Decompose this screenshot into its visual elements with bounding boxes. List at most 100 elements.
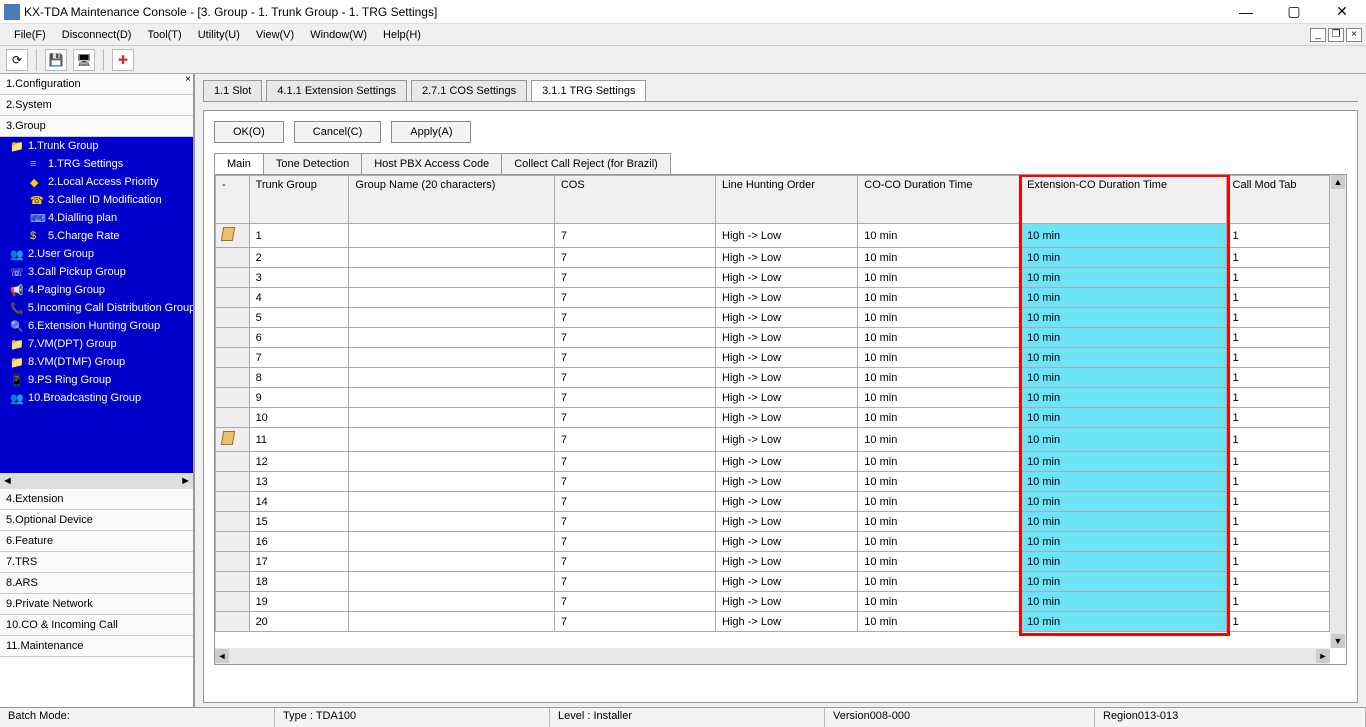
cell-coco[interactable]: 10 min: [858, 268, 1021, 288]
cell-trunk-group[interactable]: 14: [249, 492, 349, 512]
cell-hunting[interactable]: High -> Low: [716, 428, 858, 452]
cell-hunting[interactable]: High -> Low: [716, 248, 858, 268]
cell-cos[interactable]: 7: [554, 328, 715, 348]
cell-group-name[interactable]: [349, 368, 554, 388]
cell-group-name[interactable]: [349, 592, 554, 612]
cell-trunk-group[interactable]: 4: [249, 288, 349, 308]
table-row[interactable]: 117High -> Low10 min10 min1: [216, 428, 1330, 452]
cell-hunting[interactable]: High -> Low: [716, 348, 858, 368]
table-row[interactable]: 147High -> Low10 min10 min1: [216, 492, 1330, 512]
cell-hunting[interactable]: High -> Low: [716, 268, 858, 288]
nav-ars[interactable]: 8.ARS: [0, 573, 193, 594]
cell-group-name[interactable]: [349, 328, 554, 348]
mdi-restore-icon[interactable]: ❐: [1328, 28, 1344, 42]
cell-cmt[interactable]: 1: [1226, 552, 1329, 572]
cell-trunk-group[interactable]: 12: [249, 452, 349, 472]
cell-coco[interactable]: 10 min: [858, 612, 1021, 632]
table-row[interactable]: 27High -> Low10 min10 min1: [216, 248, 1330, 268]
cell-cmt[interactable]: 1: [1226, 328, 1329, 348]
cell-hunting[interactable]: High -> Low: [716, 532, 858, 552]
scroll-up-icon[interactable]: ▲: [1331, 175, 1345, 189]
cell-group-name[interactable]: [349, 532, 554, 552]
cell-coco[interactable]: 10 min: [858, 572, 1021, 592]
maximize-button[interactable]: ▢: [1274, 2, 1314, 22]
cell-cos[interactable]: 7: [554, 428, 715, 452]
cell-cmt[interactable]: 1: [1226, 248, 1329, 268]
apply-button[interactable]: Apply(A): [391, 121, 471, 143]
cell-cos[interactable]: 7: [554, 408, 715, 428]
col-group-name[interactable]: Group Name (20 characters): [349, 176, 554, 224]
cell-coco[interactable]: 10 min: [858, 248, 1021, 268]
cell-trunk-group[interactable]: 7: [249, 348, 349, 368]
tree-caller-id[interactable]: ☎3.Caller ID Modification: [0, 191, 193, 209]
nav-system[interactable]: 2.System: [0, 95, 193, 116]
table-row[interactable]: 137High -> Low10 min10 min1: [216, 472, 1330, 492]
table-row[interactable]: 127High -> Low10 min10 min1: [216, 452, 1330, 472]
scroll-right-icon[interactable]: ►: [180, 475, 191, 487]
cell-trunk-group[interactable]: 16: [249, 532, 349, 552]
cell-group-name[interactable]: [349, 408, 554, 428]
cell-trunk-group[interactable]: 20: [249, 612, 349, 632]
sidebar-close-icon[interactable]: ×: [185, 74, 191, 85]
cell-cos[interactable]: 7: [554, 388, 715, 408]
col-trunk-group[interactable]: Trunk Group: [249, 176, 349, 224]
table-row[interactable]: 187High -> Low10 min10 min1: [216, 572, 1330, 592]
cell-trunk-group[interactable]: 19: [249, 592, 349, 612]
sidebar-hscroll[interactable]: ◄►: [0, 473, 193, 489]
cell-extco[interactable]: 10 min: [1021, 492, 1226, 512]
cell-group-name[interactable]: [349, 268, 554, 288]
cell-cmt[interactable]: 1: [1226, 388, 1329, 408]
cell-extco[interactable]: 10 min: [1021, 328, 1226, 348]
nav-co-incoming[interactable]: 10.CO & Incoming Call: [0, 615, 193, 636]
cell-hunting[interactable]: High -> Low: [716, 368, 858, 388]
menu-window[interactable]: Window(W): [304, 27, 373, 43]
tree-incoming-dist[interactable]: 📞5.Incoming Call Distribution Group: [0, 299, 193, 317]
cell-group-name[interactable]: [349, 348, 554, 368]
cell-extco[interactable]: 10 min: [1021, 472, 1226, 492]
scroll-down-icon[interactable]: ▼: [1331, 634, 1345, 648]
cell-coco[interactable]: 10 min: [858, 288, 1021, 308]
table-row[interactable]: 157High -> Low10 min10 min1: [216, 512, 1330, 532]
tree-paging-group[interactable]: 📢4.Paging Group: [0, 281, 193, 299]
cell-extco[interactable]: 10 min: [1021, 592, 1226, 612]
cell-group-name[interactable]: [349, 512, 554, 532]
cell-extco[interactable]: 10 min: [1021, 268, 1226, 288]
cell-group-name[interactable]: [349, 572, 554, 592]
cell-cos[interactable]: 7: [554, 532, 715, 552]
subtab-main[interactable]: Main: [214, 153, 264, 175]
cell-extco[interactable]: 10 min: [1021, 532, 1226, 552]
cell-group-name[interactable]: [349, 224, 554, 248]
mdi-close-icon[interactable]: ×: [1346, 28, 1362, 42]
cell-cmt[interactable]: 1: [1226, 288, 1329, 308]
subtab-host-pbx[interactable]: Host PBX Access Code: [361, 153, 502, 175]
cell-coco[interactable]: 10 min: [858, 592, 1021, 612]
cell-cmt[interactable]: 1: [1226, 572, 1329, 592]
cell-group-name[interactable]: [349, 288, 554, 308]
tree-vm-dtmf[interactable]: 📁8.VM(DTMF) Group: [0, 353, 193, 371]
cell-cos[interactable]: 7: [554, 368, 715, 388]
cell-cmt[interactable]: 1: [1226, 492, 1329, 512]
cell-cos[interactable]: 7: [554, 552, 715, 572]
toolbar-health-icon[interactable]: ✚: [112, 49, 134, 71]
cell-hunting[interactable]: High -> Low: [716, 224, 858, 248]
menu-tool[interactable]: Tool(T): [141, 27, 187, 43]
menu-view[interactable]: View(V): [250, 27, 300, 43]
cell-coco[interactable]: 10 min: [858, 532, 1021, 552]
table-row[interactable]: 57High -> Low10 min10 min1: [216, 308, 1330, 328]
cell-group-name[interactable]: [349, 472, 554, 492]
cell-cos[interactable]: 7: [554, 612, 715, 632]
cell-extco[interactable]: 10 min: [1021, 224, 1226, 248]
cell-trunk-group[interactable]: 3: [249, 268, 349, 288]
cell-hunting[interactable]: High -> Low: [716, 592, 858, 612]
table-row[interactable]: 17High -> Low10 min10 min1: [216, 224, 1330, 248]
cell-cmt[interactable]: 1: [1226, 472, 1329, 492]
table-row[interactable]: 67High -> Low10 min10 min1: [216, 328, 1330, 348]
cell-coco[interactable]: 10 min: [858, 348, 1021, 368]
cell-cos[interactable]: 7: [554, 472, 715, 492]
table-row[interactable]: 97High -> Low10 min10 min1: [216, 388, 1330, 408]
cell-trunk-group[interactable]: 11: [249, 428, 349, 452]
cell-coco[interactable]: 10 min: [858, 552, 1021, 572]
cell-trunk-group[interactable]: 18: [249, 572, 349, 592]
col-hunting[interactable]: Line Hunting Order: [716, 176, 858, 224]
cell-extco[interactable]: 10 min: [1021, 428, 1226, 452]
